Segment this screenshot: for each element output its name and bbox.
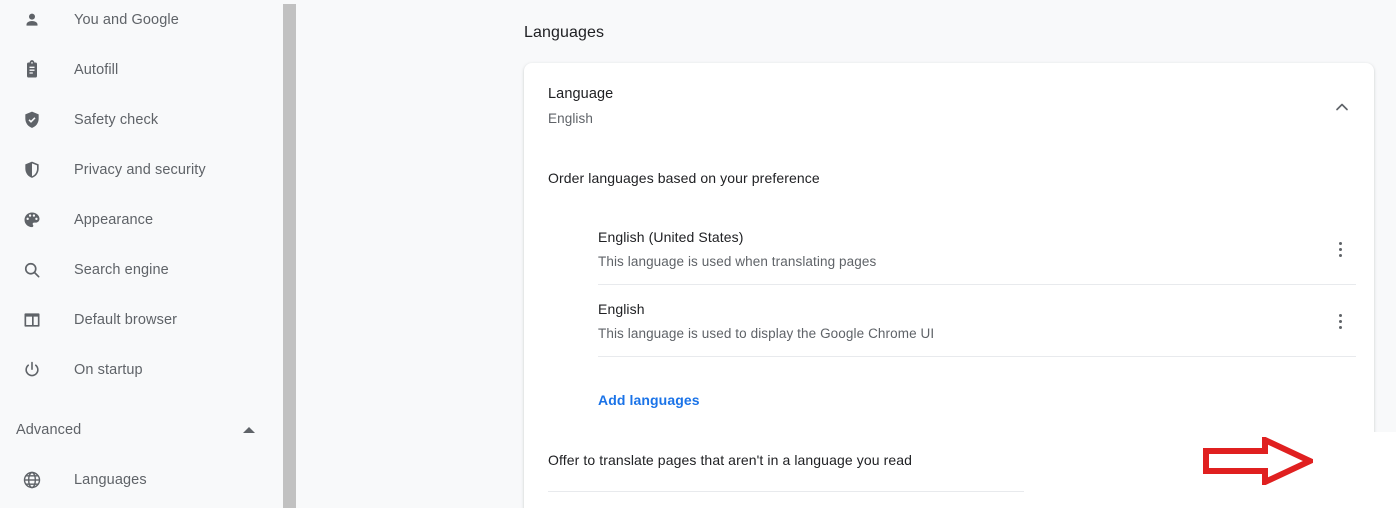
sidebar-item-label: Default browser xyxy=(74,312,178,328)
person-icon xyxy=(22,10,42,30)
sidebar-advanced-header[interactable]: Advanced xyxy=(0,410,283,450)
language-name: English xyxy=(598,301,645,317)
bottom-right-overlay xyxy=(1024,432,1396,508)
triangle-up-icon xyxy=(243,427,255,433)
sidebar-item-label: Privacy and security xyxy=(74,162,206,178)
search-icon xyxy=(22,260,42,280)
globe-icon xyxy=(22,470,42,490)
palette-icon xyxy=(22,210,42,230)
more-vert-icon[interactable] xyxy=(1328,309,1352,333)
sidebar-item-privacy-and-security[interactable]: Privacy and security xyxy=(0,150,283,190)
language-header-title: Language xyxy=(548,86,614,102)
sidebar-item-autofill[interactable]: Autofill xyxy=(0,50,283,90)
shield-half-icon xyxy=(22,160,42,180)
chrome-settings-window: You and Google Autofill Safety check Pri… xyxy=(0,0,1396,508)
language-list-item[interactable]: English (United States) This language is… xyxy=(524,213,1374,285)
sidebar-item-on-startup[interactable]: On startup xyxy=(0,350,283,390)
sidebar-scrollbar[interactable] xyxy=(283,0,296,508)
language-description: This language is used when translating p… xyxy=(598,254,877,269)
add-languages-button[interactable]: Add languages xyxy=(598,392,700,408)
more-vert-icon[interactable] xyxy=(1328,237,1352,261)
language-card-header[interactable]: Language English xyxy=(524,63,1374,149)
sidebar-item-you-and-google[interactable]: You and Google xyxy=(0,0,283,40)
clipboard-icon xyxy=(22,60,42,80)
sidebar-item-appearance[interactable]: Appearance xyxy=(0,200,283,240)
sidebar-item-safety-check[interactable]: Safety check xyxy=(0,100,283,140)
sidebar-item-label: On startup xyxy=(74,362,143,378)
settings-sidebar: You and Google Autofill Safety check Pri… xyxy=(0,0,283,508)
sidebar-item-label: Appearance xyxy=(74,212,154,228)
order-languages-label: Order languages based on your preference xyxy=(548,170,820,186)
sidebar-item-label: Languages xyxy=(74,472,147,488)
sidebar-item-search-engine[interactable]: Search engine xyxy=(0,250,283,290)
power-icon xyxy=(22,360,42,380)
language-description: This language is used to display the Goo… xyxy=(598,326,935,341)
sidebar-item-default-browser[interactable]: Default browser xyxy=(0,300,283,340)
divider xyxy=(598,356,1356,357)
language-header-subtitle: English xyxy=(548,111,593,126)
language-name: English (United States) xyxy=(598,229,744,245)
offer-to-translate-label: Offer to translate pages that aren't in … xyxy=(548,452,913,468)
language-list-item[interactable]: English This language is used to display… xyxy=(524,285,1374,357)
sidebar-item-languages[interactable]: Languages xyxy=(0,460,283,500)
sidebar-advanced-label: Advanced xyxy=(16,422,82,438)
sidebar-item-label: Autofill xyxy=(74,62,119,78)
chevron-up-icon[interactable] xyxy=(1332,97,1352,117)
page-title: Languages xyxy=(524,24,605,41)
sidebar-scrollbar-thumb[interactable] xyxy=(283,4,296,508)
shield-check-icon xyxy=(22,110,42,130)
browser-window-icon xyxy=(22,310,42,330)
sidebar-item-label: You and Google xyxy=(74,12,179,28)
sidebar-item-label: Safety check xyxy=(74,112,159,128)
sidebar-item-label: Search engine xyxy=(74,262,169,278)
